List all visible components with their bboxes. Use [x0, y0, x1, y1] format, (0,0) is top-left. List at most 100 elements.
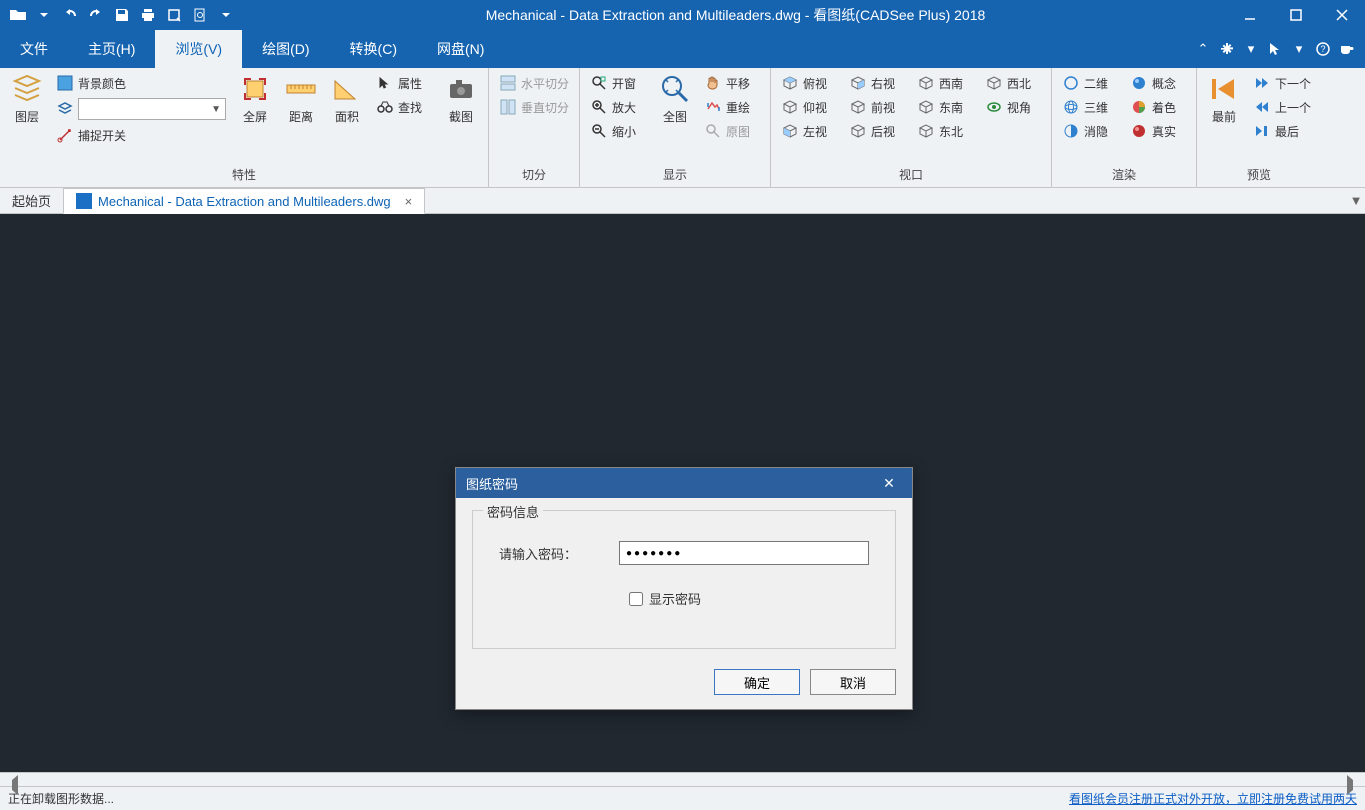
render-hide-button[interactable]: 消隐 [1058, 120, 1122, 142]
ribbon-group-preview: 最前 下一个 上一个 最后 预览 [1197, 68, 1321, 187]
horizontal-scrollbar[interactable] [0, 772, 1365, 786]
search-doc-icon[interactable] [190, 5, 210, 25]
view-right-button[interactable]: 右视 [845, 72, 909, 94]
pan-button[interactable]: 平移 [700, 72, 764, 94]
view-ne-button[interactable]: 东北 [913, 120, 977, 142]
qat-dropdown-icon[interactable] [34, 5, 54, 25]
ribbon: 图层 背景颜色 ▼ 捕捉开关 全屏 距离 面积 属性 查找 [0, 68, 1365, 188]
hsplit-button[interactable]: 水平切分 [495, 72, 573, 94]
settings-icon[interactable] [1217, 39, 1237, 59]
dialog-body: 密码信息 请输入密码： 显示密码 [456, 498, 912, 659]
render-real-button[interactable]: 真实 [1126, 120, 1190, 142]
print-icon[interactable] [138, 5, 158, 25]
screenshot-button[interactable]: 截图 [440, 72, 482, 125]
save-icon[interactable] [112, 5, 132, 25]
view-top-button[interactable]: 俯视 [777, 72, 841, 94]
render-real-label: 真实 [1152, 123, 1176, 140]
zoom-fit-label: 全图 [663, 108, 687, 125]
menu-browse[interactable]: 浏览(V) [155, 30, 242, 68]
cursor-icon[interactable] [1265, 39, 1285, 59]
status-promo-link[interactable]: 看图纸会员注册正式对外开放，立即注册免费试用两天 [1069, 790, 1357, 807]
view-left-button[interactable]: 左视 [777, 120, 841, 142]
open-icon[interactable] [8, 5, 28, 25]
menu-pan[interactable]: 网盘(N) [417, 30, 504, 68]
attr-button[interactable]: 属性 [372, 72, 436, 94]
zoom-window-button[interactable]: 开窗 [586, 72, 650, 94]
menu-file[interactable]: 文件 [0, 30, 68, 68]
render-2d-label: 二维 [1084, 75, 1108, 92]
redraw-button[interactable]: 重绘 [700, 96, 764, 118]
redo-icon[interactable] [86, 5, 106, 25]
menu-home[interactable]: 主页(H) [68, 30, 155, 68]
zoom-fit-button[interactable]: 全图 [654, 72, 696, 125]
snap-icon [56, 126, 74, 144]
minimize-button[interactable] [1227, 0, 1273, 30]
render-3d-button[interactable]: 三维 [1058, 96, 1122, 118]
dialog-buttons: 确定 取消 [456, 659, 912, 709]
dialog-titlebar[interactable]: 图纸密码 ✕ [456, 468, 912, 498]
view-back-button[interactable]: 后视 [845, 120, 909, 142]
area-label: 面积 [335, 108, 359, 125]
close-button[interactable] [1319, 0, 1365, 30]
preview-next-button[interactable]: 下一个 [1249, 72, 1315, 94]
tab-file[interactable]: Mechanical - Data Extraction and Multile… [63, 188, 425, 214]
coffee-icon[interactable] [1337, 39, 1357, 59]
maximize-button[interactable] [1273, 0, 1319, 30]
password-dialog: 图纸密码 ✕ 密码信息 请输入密码： 显示密码 确定 取消 [455, 467, 913, 710]
password-input[interactable] [619, 541, 869, 565]
menu-convert[interactable]: 转换(C) [330, 30, 417, 68]
mag-orig-icon [704, 122, 722, 140]
collapse-ribbon-icon[interactable]: ⌃ [1193, 39, 1213, 59]
help-icon[interactable]: ? [1313, 39, 1333, 59]
snap-button[interactable]: 捕捉开关 [52, 124, 230, 146]
view-front-button[interactable]: 前视 [845, 96, 909, 118]
preview-first-button[interactable]: 最前 [1203, 72, 1245, 125]
dropdown-icon[interactable]: ▾ [1241, 39, 1261, 59]
snap-label: 捕捉开关 [78, 127, 126, 144]
tabstrip-dropdown[interactable]: ▼ [1347, 188, 1365, 213]
qat-more-icon[interactable] [216, 5, 236, 25]
show-password-row[interactable]: 显示密码 [629, 589, 879, 608]
layer-combo[interactable]: ▼ [78, 98, 226, 120]
vsplit-button[interactable]: 垂直切分 [495, 96, 573, 118]
preview-last-button[interactable]: 最后 [1249, 120, 1315, 142]
distance-button[interactable]: 距离 [280, 72, 322, 125]
find-button[interactable]: 查找 [372, 96, 436, 118]
layers-button[interactable]: 图层 [6, 72, 48, 125]
preview-prev-label: 上一个 [1275, 99, 1311, 116]
menubar-right: ⌃ ▾ ▾ ? [1193, 30, 1365, 68]
view-se-button[interactable]: 东南 [913, 96, 977, 118]
zoom-in-button[interactable]: 放大 [586, 96, 650, 118]
view-nw-button[interactable]: 西北 [981, 72, 1045, 94]
tab-close-button[interactable]: × [405, 194, 413, 209]
view-sw-button[interactable]: 西南 [913, 72, 977, 94]
tab-start[interactable]: 起始页 [0, 188, 63, 213]
area-button[interactable]: 面积 [326, 72, 368, 125]
cancel-button[interactable]: 取消 [810, 669, 896, 695]
tool-icon[interactable] [164, 5, 184, 25]
dialog-close-button[interactable]: ✕ [876, 475, 902, 492]
show-password-checkbox[interactable] [629, 592, 643, 606]
fullscreen-button[interactable]: 全屏 [234, 72, 276, 125]
zoom-out-button[interactable]: 缩小 [586, 120, 650, 142]
render-concept-button[interactable]: 概念 [1126, 72, 1190, 94]
view-sw-label: 西南 [939, 75, 963, 92]
render-color-button[interactable]: 着色 [1126, 96, 1190, 118]
ok-button[interactable]: 确定 [714, 669, 800, 695]
preview-next-label: 下一个 [1275, 75, 1311, 92]
dropdown2-icon[interactable]: ▾ [1289, 39, 1309, 59]
view-angle-button[interactable]: 视角 [981, 96, 1045, 118]
menu-draw[interactable]: 绘图(D) [242, 30, 329, 68]
preview-prev-button[interactable]: 上一个 [1249, 96, 1315, 118]
arrow-first-icon [1207, 72, 1241, 106]
render-2d-button[interactable]: 二维 [1058, 72, 1122, 94]
view-bot-button[interactable]: 仰视 [777, 96, 841, 118]
cube-nw-icon [985, 74, 1003, 92]
orig-button[interactable]: 原图 [700, 120, 764, 142]
drawing-canvas[interactable]: 图纸密码 ✕ 密码信息 请输入密码： 显示密码 确定 取消 [0, 214, 1365, 772]
arrow-last-icon [1253, 122, 1271, 140]
render-hide-label: 消隐 [1084, 123, 1108, 140]
cube-bot-icon [781, 98, 799, 116]
bgcolor-button[interactable]: 背景颜色 [52, 72, 230, 94]
undo-icon[interactable] [60, 5, 80, 25]
